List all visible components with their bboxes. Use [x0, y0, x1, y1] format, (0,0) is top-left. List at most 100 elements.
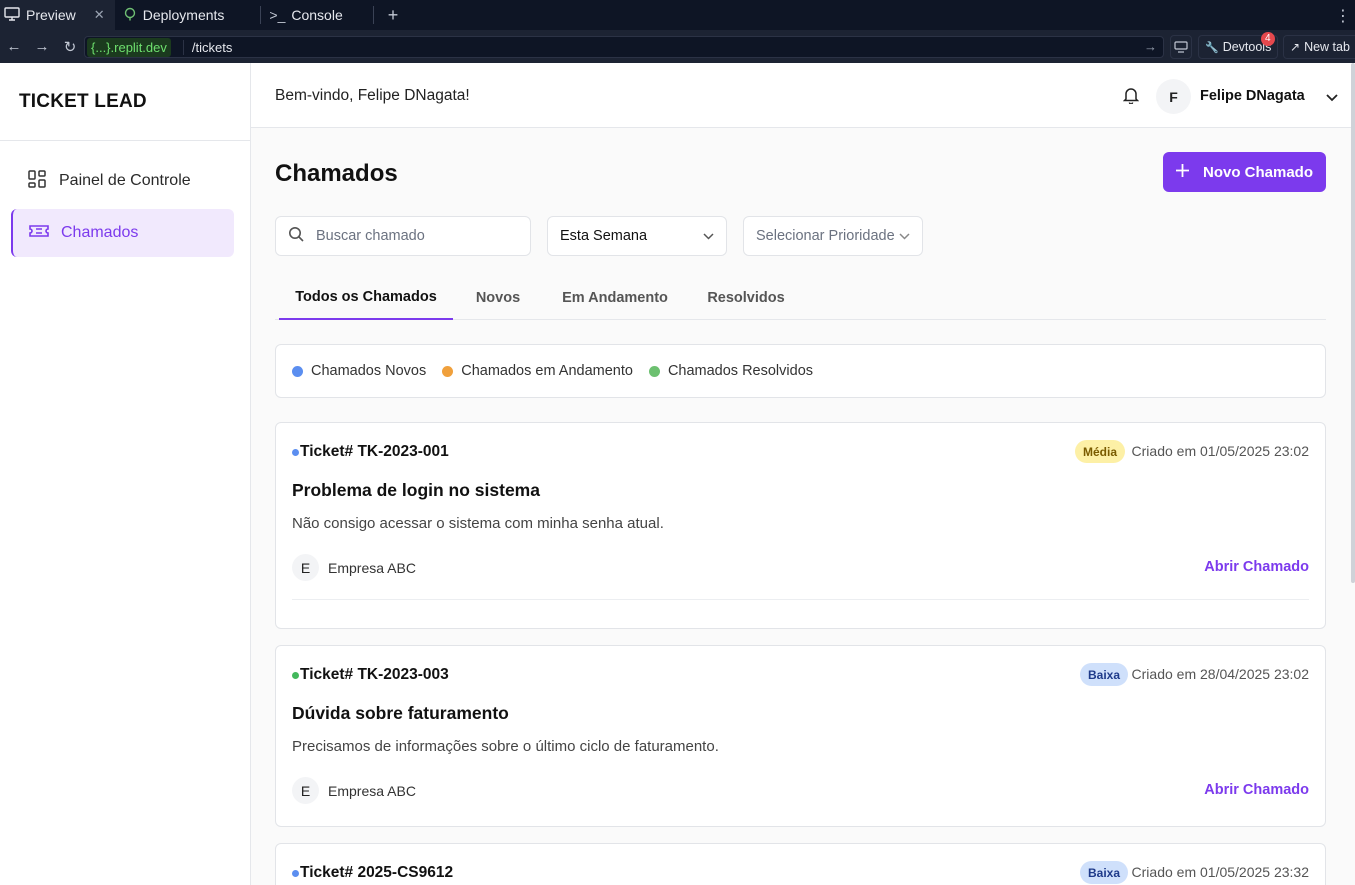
page-scrollbar[interactable]: [1351, 63, 1355, 583]
sidebar-item-label: Painel de Controle: [59, 172, 191, 189]
forward-arrow-icon[interactable]: →: [28, 38, 56, 55]
period-select[interactable]: Esta Semana: [547, 216, 727, 256]
ticket-id: Ticket# TK-2023-003: [292, 666, 449, 684]
browser-url-bar: ← → ↻ {...}.replit.dev /tickets → 🔧 Devt…: [0, 30, 1355, 63]
tab-all[interactable]: Todos os Chamados: [279, 276, 453, 320]
new-ticket-button[interactable]: Novo Chamado: [1163, 152, 1326, 192]
welcome-message: Bem-vindo, Felipe DNagata!: [275, 87, 470, 104]
legend-item-new: Chamados Novos: [292, 363, 426, 379]
company-avatar: E: [292, 554, 319, 581]
sidebar-item-tickets[interactable]: Chamados: [11, 209, 234, 257]
monitor-icon: [4, 6, 20, 24]
sidebar-item-label: Chamados: [61, 224, 139, 241]
ticket-company: E Empresa ABC: [292, 777, 416, 804]
status-legend: Chamados Novos Chamados em Andamento Cha…: [275, 344, 1326, 398]
open-ticket-link[interactable]: Abrir Chamado: [1204, 782, 1309, 798]
terminal-icon: >_: [269, 7, 286, 23]
page-title: Chamados: [275, 160, 398, 187]
back-arrow-icon[interactable]: ←: [0, 38, 28, 55]
priority-select[interactable]: Selecionar Prioridade: [743, 216, 923, 256]
blue-dot-icon: [292, 365, 303, 377]
priority-badge: Baixa: [1080, 663, 1129, 686]
tab-in-progress[interactable]: Em Andamento: [555, 276, 675, 320]
created-date: Criado em 01/05/2025 23:32: [1131, 864, 1309, 880]
tab-resolved[interactable]: Resolvidos: [703, 276, 789, 320]
deploy-icon: [123, 7, 137, 24]
status-dot-icon: [292, 671, 299, 679]
tab-console-label: Console: [291, 7, 343, 23]
top-header: Bem-vindo, Felipe DNagata! F Felipe DNag…: [251, 63, 1355, 128]
card-divider: [292, 599, 1309, 600]
chevron-down-icon: [703, 228, 714, 244]
ticket-description: Precisamos de informações sobre o último…: [292, 738, 719, 755]
new-tab-plus-icon[interactable]: +: [388, 5, 399, 26]
tab-preview-label: Preview: [26, 7, 76, 23]
address-bar[interactable]: {...}.replit.dev /tickets →: [84, 36, 1164, 58]
dashboard-icon: [27, 169, 47, 194]
ticket-id-label: Ticket# 2025-CS9612: [300, 864, 454, 881]
orange-dot-icon: [442, 365, 454, 377]
legend-item-in-progress: Chamados em Andamento: [442, 363, 633, 379]
tab-deployments[interactable]: Deployments: [115, 0, 261, 30]
url-path: /tickets: [182, 39, 232, 55]
external-link-icon: ↗: [1290, 40, 1301, 54]
ticket-id-label: Ticket# TK-2023-003: [300, 666, 449, 683]
company-avatar: E: [292, 777, 319, 804]
priority-badge: Baixa: [1080, 861, 1129, 884]
url-host: {...}.replit.dev: [87, 37, 171, 57]
tab-preview[interactable]: Preview ✕: [0, 0, 115, 30]
device-preview-button[interactable]: [1170, 35, 1192, 59]
priority-select-placeholder: Selecionar Prioridade: [756, 228, 895, 244]
ticket-card: Ticket# TK-2023-003 Baixa Criado em 28/0…: [275, 645, 1326, 827]
ticket-id-label: Ticket# TK-2023-001: [300, 443, 449, 460]
search-icon: [288, 226, 304, 247]
ticket-title: Dúvida sobre faturamento: [292, 703, 509, 723]
tab-divider: [372, 6, 374, 24]
open-ticket-link[interactable]: Abrir Chamado: [1204, 559, 1309, 575]
ticket-id: Ticket# 2025-CS9612: [292, 864, 453, 882]
legend-label: Chamados em Andamento: [461, 363, 633, 379]
bell-icon[interactable]: [1122, 87, 1140, 109]
reload-icon[interactable]: ↻: [56, 38, 84, 56]
company-name: Empresa ABC: [328, 559, 416, 576]
close-icon[interactable]: ✕: [94, 7, 105, 23]
search-input[interactable]: [316, 228, 516, 244]
main-content: Chamados Novo Chamado Esta Semana Seleci…: [251, 128, 1355, 885]
devtools-button[interactable]: 🔧 Devtools 4: [1198, 32, 1279, 59]
browser-tab-bar: Preview ✕ Deployments >_ Console + ⋮: [0, 0, 1355, 30]
plus-icon: [1175, 163, 1189, 181]
more-vertical-icon[interactable]: ⋮: [1335, 6, 1351, 26]
ticket-id: Ticket# TK-2023-001: [292, 443, 449, 461]
search-field[interactable]: [275, 216, 531, 256]
tab-new[interactable]: Novos: [465, 276, 531, 320]
company-name: Empresa ABC: [328, 782, 416, 799]
user-avatar[interactable]: F: [1156, 79, 1191, 114]
new-tab-button[interactable]: ↗ New tab: [1283, 35, 1355, 59]
ticket-company: E Empresa ABC: [292, 554, 416, 581]
app-logo: TICKET LEAD: [0, 63, 250, 141]
created-date: Criado em 28/04/2025 23:02: [1131, 666, 1309, 682]
devtools-badge: 4: [1261, 32, 1275, 46]
ticket-title: Problema de login no sistema: [292, 480, 540, 500]
ticket-card: Ticket# 2025-CS9612 Baixa Criado em 01/0…: [275, 843, 1326, 885]
tab-deployments-label: Deployments: [142, 7, 225, 23]
chevron-down-icon[interactable]: [1326, 89, 1338, 107]
created-date: Criado em 01/05/2025 23:02: [1131, 443, 1309, 459]
monitor-small-icon: [1174, 41, 1188, 53]
go-arrow-icon[interactable]: →: [1144, 39, 1157, 54]
new-ticket-label: Novo Chamado: [1202, 163, 1313, 181]
sidebar: TICKET LEAD Painel de Controle Chamados: [0, 63, 251, 885]
status-dot-icon: [292, 448, 299, 456]
ticket-icon: [29, 223, 49, 244]
legend-label: Chamados Novos: [311, 363, 427, 379]
user-name[interactable]: Felipe DNagata: [1200, 88, 1305, 104]
tab-console[interactable]: >_ Console: [261, 0, 372, 30]
legend-label: Chamados Resolvidos: [667, 363, 814, 379]
period-select-value: Esta Semana: [560, 228, 648, 244]
status-dot-icon: [292, 869, 299, 877]
sidebar-item-dashboard[interactable]: Painel de Controle: [11, 157, 234, 205]
legend-item-resolved: Chamados Resolvidos: [648, 363, 814, 379]
priority-badge: Média: [1075, 440, 1126, 463]
wrench-icon: 🔧: [1205, 41, 1219, 54]
chevron-down-icon: [899, 228, 910, 244]
